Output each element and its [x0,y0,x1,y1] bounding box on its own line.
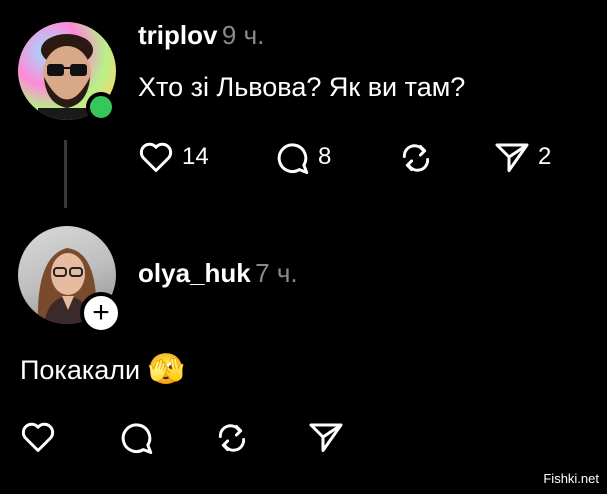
reply-username[interactable]: olya_huk [138,258,251,288]
reply-time: 7 ч. [255,258,298,288]
repost-button[interactable] [398,142,434,174]
repost-icon [218,424,246,452]
reply-repost-button[interactable] [214,422,250,454]
post-text: Хто зі Львова? Як ви там? [138,72,466,102]
reply-text: Покакали [20,355,141,385]
watermark: Fishki.net [543,471,599,486]
share-button[interactable]: 2 [494,140,551,174]
online-status-dot [86,92,116,122]
post-header: triplov 9 ч. [138,20,264,51]
like-count: 14 [182,143,209,170]
follow-plus-button[interactable]: + [80,292,122,334]
post-time: 9 ч. [221,20,265,50]
send-icon [309,423,343,452]
heart-icon [21,422,55,452]
like-button[interactable]: 14 [138,140,209,174]
reply-text-row: Покакали 🫣 [20,352,185,387]
reply-comment-button[interactable] [118,420,154,454]
comment-button[interactable]: 8 [274,140,331,174]
comment-icon [277,143,309,174]
face-with-peeking-eye-emoji: 🫣 [147,353,185,386]
heart-icon [139,142,173,172]
repost-icon [402,144,430,172]
reply-header: olya_huk 7 ч. [138,258,298,289]
share-count: 2 [538,143,552,170]
comment-icon [121,423,153,454]
reply-share-button[interactable] [308,420,344,454]
comment-count: 8 [318,143,332,170]
send-icon [495,143,529,172]
post-username[interactable]: triplov [138,20,217,50]
thread-line [64,140,67,208]
reply-like-button[interactable] [20,420,56,454]
